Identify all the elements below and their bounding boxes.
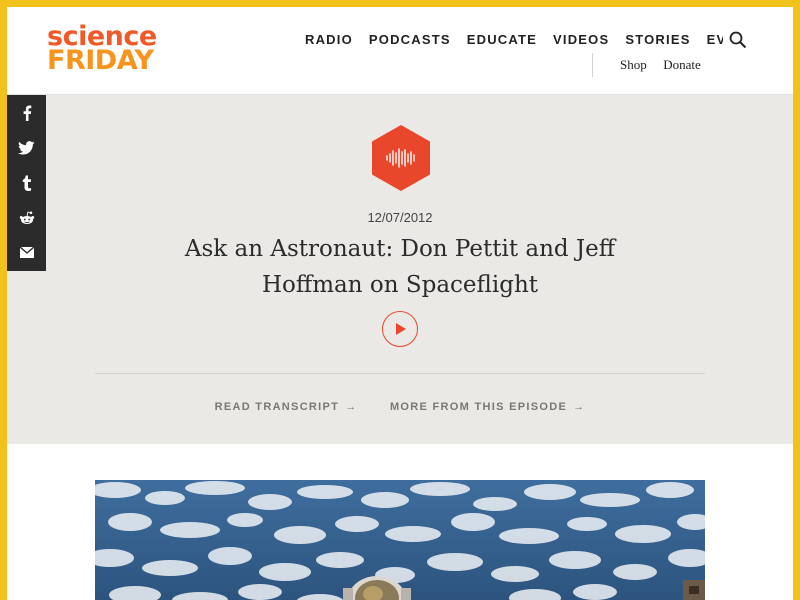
episode-title: Ask an Astronaut: Don Pettit and Jeff Ho… xyxy=(184,236,616,298)
nav-item-educate[interactable]: EDUCATE xyxy=(467,32,537,47)
shop-link[interactable]: Shop xyxy=(620,53,647,77)
site-header: science FRIDAY RADIO PODCASTS EDUCATE VIDEO… xyxy=(7,7,793,95)
nav-item-radio[interactable]: RADIO xyxy=(305,32,353,47)
read-transcript-link[interactable]: READ TRANSCRIPT → xyxy=(215,401,358,413)
arrow-right-icon: → xyxy=(573,401,586,413)
hero-divider xyxy=(95,373,705,374)
nav-item-events[interactable]: EVENTS xyxy=(707,32,723,47)
episode-hero: 12/07/2012 Ask an Astronaut: Don Pettit … xyxy=(7,95,793,444)
page-frame: science FRIDAY RADIO PODCASTS EDUCATE VIDEO… xyxy=(7,7,793,600)
play-icon xyxy=(396,323,406,335)
arrow-right-icon: → xyxy=(345,401,358,413)
twitter-icon[interactable] xyxy=(7,130,46,165)
astronaut-earth-photo xyxy=(95,480,705,600)
play-button[interactable] xyxy=(382,311,418,347)
tumblr-icon[interactable] xyxy=(7,165,46,200)
nav-item-videos[interactable]: VIDEOS xyxy=(553,32,609,47)
donate-link[interactable]: Donate xyxy=(663,53,701,77)
facebook-icon[interactable] xyxy=(7,95,46,130)
logo-line-2: FRIDAY xyxy=(47,45,154,76)
nav-item-podcasts[interactable]: PODCASTS xyxy=(369,32,451,47)
science-friday-logo[interactable]: science FRIDAY xyxy=(47,23,157,76)
more-from-episode-link[interactable]: MORE FROM THIS EPISODE → xyxy=(390,401,585,413)
utility-nav: Shop Donate xyxy=(592,53,713,77)
more-from-episode-label: MORE FROM THIS EPISODE xyxy=(389,401,568,413)
audio-waveform-icon xyxy=(372,125,430,191)
social-share-bar xyxy=(7,95,46,271)
main-nav: RADIO PODCASTS EDUCATE VIDEOS STORIES EVENTS xyxy=(305,31,723,49)
episode-links: READ TRANSCRIPT → MORE FROM THIS EPISODE → xyxy=(7,397,793,415)
episode-date: 12/07/2012 xyxy=(367,210,433,225)
email-icon[interactable] xyxy=(7,235,46,270)
nav-item-stories[interactable]: STORIES xyxy=(625,32,690,47)
reddit-icon[interactable] xyxy=(7,200,46,235)
read-transcript-label: READ TRANSCRIPT xyxy=(214,401,340,413)
search-icon[interactable] xyxy=(729,31,747,49)
